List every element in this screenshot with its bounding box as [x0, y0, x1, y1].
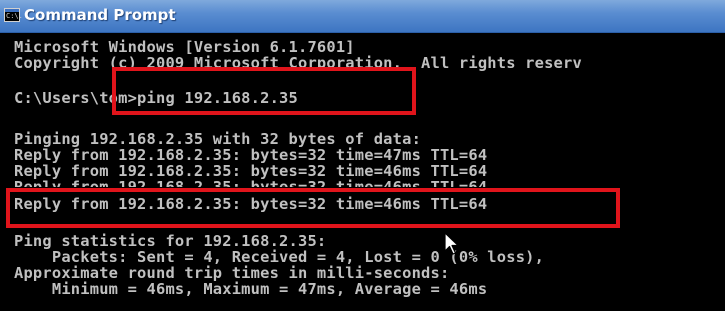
highlight-box-reply-line — [6, 188, 620, 228]
command-prompt-window: C:\. Command Prompt Microsoft Windows [V… — [0, 0, 725, 311]
console-line-reply-1: Reply from 192.168.2.35: bytes=32 time=4… — [14, 146, 488, 164]
console-line-pinging: Pinging 192.168.2.35 with 32 bytes of da… — [14, 130, 422, 148]
console-line-version: Microsoft Windows [Version 6.1.7601] — [14, 38, 355, 56]
title-bar[interactable]: C:\. Command Prompt — [0, 0, 725, 33]
mouse-pointer-icon — [444, 232, 459, 255]
console-line-approximate-times: Approximate round trip times in milli-se… — [14, 264, 450, 282]
console-line-reply-2: Reply from 192.168.2.35: bytes=32 time=4… — [14, 162, 488, 180]
console-line-min-max-avg: Minimum = 46ms, Maximum = 47ms, Average … — [14, 280, 488, 298]
console-line-ping-statistics: Ping statistics for 192.168.2.35: — [14, 232, 327, 250]
console-line-reply-3-partial: Reply from 192.168.2.35: bytes=32 time=4… — [14, 179, 487, 187]
console-window-icon[interactable]: C:\. — [4, 8, 23, 22]
highlight-box-ping-command — [112, 67, 416, 115]
window-title: Command Prompt — [24, 6, 176, 24]
console-line-packets: Packets: Sent = 4, Received = 4, Lost = … — [14, 248, 545, 266]
console-icon-label: C:\. — [6, 12, 23, 20]
